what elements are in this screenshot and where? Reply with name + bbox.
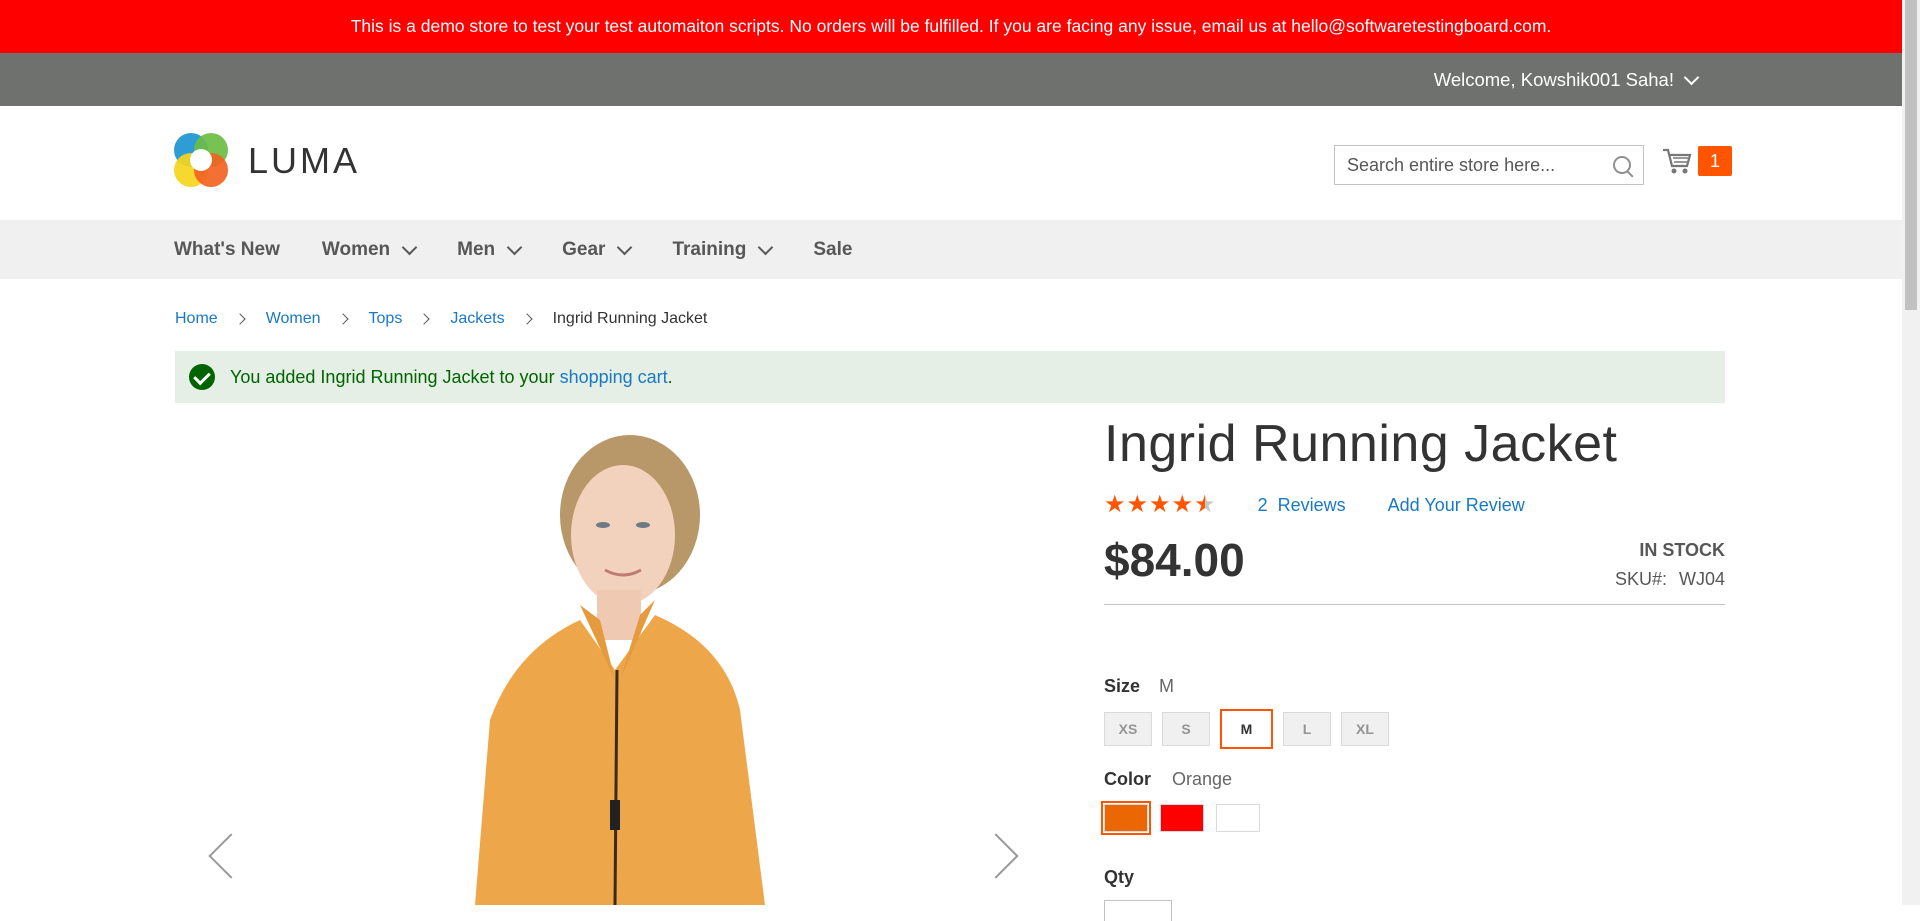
breadcrumb-jackets[interactable]: Jackets	[450, 310, 504, 328]
header-panel: Welcome, Kowshik001 Saha!	[0, 53, 1902, 106]
breadcrumb-home[interactable]: Home	[175, 310, 218, 328]
size-option-s[interactable]: S	[1162, 712, 1210, 746]
product-image[interactable]	[365, 420, 865, 905]
size-option-m[interactable]: M	[1220, 709, 1273, 749]
stock-status: IN STOCK	[1639, 540, 1725, 560]
reviews-count: 2	[1257, 494, 1268, 515]
nav-item-men[interactable]: Men	[457, 238, 523, 261]
star-icon: ★	[1104, 491, 1126, 518]
reviews-link[interactable]: 2 Reviews	[1258, 495, 1346, 516]
star-icon: ★	[1171, 491, 1194, 518]
checkmark-icon	[189, 364, 215, 390]
chevron-down-icon	[617, 239, 633, 255]
star-icon: ★	[1149, 491, 1171, 518]
color-label: Color	[1104, 769, 1151, 789]
nav-item-label: Women	[321, 238, 391, 260]
page-scrollbar[interactable]	[1902, 0, 1920, 905]
chevron-right-icon	[234, 313, 246, 325]
color-swatch-orange[interactable]	[1101, 801, 1151, 835]
size-options: XS S M L XL	[1104, 709, 1389, 749]
nav-item-label: Men	[457, 238, 496, 260]
breadcrumb: Home Women Tops Jackets Ingrid Running J…	[175, 310, 707, 328]
qty-label: Qty	[1104, 867, 1135, 887]
product-title: Ingrid Running Jacket	[1104, 415, 1618, 473]
search-icon[interactable]	[1613, 156, 1631, 174]
color-swatch-red[interactable]	[1160, 804, 1204, 832]
luma-logo-icon	[174, 133, 230, 189]
search-box	[1334, 145, 1644, 185]
product-gallery	[175, 420, 1045, 905]
success-message: You added Ingrid Running Jacket to your …	[175, 351, 1725, 403]
nav-item-label: Sale	[813, 238, 853, 260]
color-selected-value: Orange	[1172, 769, 1233, 789]
customer-menu-toggle[interactable]: Welcome, Kowshik001 Saha!	[1433, 53, 1700, 106]
sku-label: SKU#:	[1614, 569, 1667, 589]
rating-stars: ★ ★ ★ ★ ★	[1104, 493, 1216, 517]
nav-item-gear[interactable]: Gear	[562, 238, 633, 261]
star-icon: ★	[1126, 491, 1149, 518]
scrollbar-thumb[interactable]	[1905, 0, 1917, 310]
message-text: You added Ingrid Running Jacket to your	[230, 366, 560, 387]
chevron-down-icon	[758, 239, 774, 255]
message-suffix: .	[667, 366, 673, 387]
welcome-text: Welcome, Kowshik001 Saha!	[1433, 68, 1674, 90]
size-option-l[interactable]: L	[1283, 712, 1331, 746]
main-navigation: What's New Women Men Gear Training Sale	[0, 220, 1902, 279]
chevron-down-icon	[1683, 69, 1700, 85]
color-swatch-white[interactable]	[1216, 804, 1260, 832]
gallery-next-arrow-icon[interactable]	[973, 833, 1019, 879]
size-option-xl[interactable]: XL	[1341, 712, 1389, 746]
product-sku: SKU#: WJ04	[1615, 569, 1725, 590]
chevron-right-icon	[418, 313, 430, 325]
nav-item-women[interactable]: Women	[321, 238, 418, 261]
reviews-label: Reviews	[1277, 494, 1346, 515]
cart-count-badge: 1	[1698, 146, 1732, 176]
logo-link[interactable]: LUMA	[174, 133, 360, 189]
add-review-link[interactable]: Add Your Review	[1388, 495, 1525, 516]
chevron-right-icon	[520, 313, 533, 325]
nav-item-sale[interactable]: Sale	[813, 239, 852, 261]
demo-notice-bar: This is a demo store to test your test a…	[0, 0, 1902, 53]
sku-value: WJ04	[1678, 569, 1725, 589]
breadcrumb-tops[interactable]: Tops	[369, 310, 403, 328]
size-option-xs[interactable]: XS	[1104, 712, 1152, 746]
search-input[interactable]	[1335, 146, 1619, 184]
nav-item-whats-new[interactable]: What's New	[174, 239, 280, 261]
size-selected-value: M	[1159, 676, 1174, 696]
chevron-right-icon	[336, 313, 349, 325]
color-options	[1101, 801, 1260, 835]
breadcrumb-current: Ingrid Running Jacket	[552, 310, 708, 327]
product-rating: ★ ★ ★ ★ ★ 2 Reviews Add Your Review	[1104, 493, 1525, 517]
product-price: $84.00	[1104, 534, 1245, 586]
qty-input[interactable]	[1104, 900, 1172, 921]
chevron-down-icon	[401, 239, 418, 255]
breadcrumb-women[interactable]: Women	[266, 310, 321, 328]
nav-item-label: What's New	[174, 238, 280, 260]
gallery-prev-arrow-icon[interactable]	[208, 833, 254, 879]
nav-item-label: Training	[672, 238, 747, 260]
minicart-button[interactable]: 1	[1662, 146, 1732, 176]
shopping-cart-link[interactable]: shopping cart	[560, 367, 668, 388]
nav-item-training[interactable]: Training	[672, 238, 774, 261]
nav-item-label: Gear	[562, 238, 606, 260]
demo-notice-text: This is a demo store to test your test a…	[350, 16, 1552, 36]
size-label: Size	[1104, 676, 1141, 696]
divider	[1104, 604, 1725, 605]
cart-icon	[1663, 148, 1692, 174]
chevron-down-icon	[506, 239, 523, 255]
logo-text: LUMA	[248, 140, 361, 181]
half-star-icon: ★	[1194, 491, 1216, 518]
